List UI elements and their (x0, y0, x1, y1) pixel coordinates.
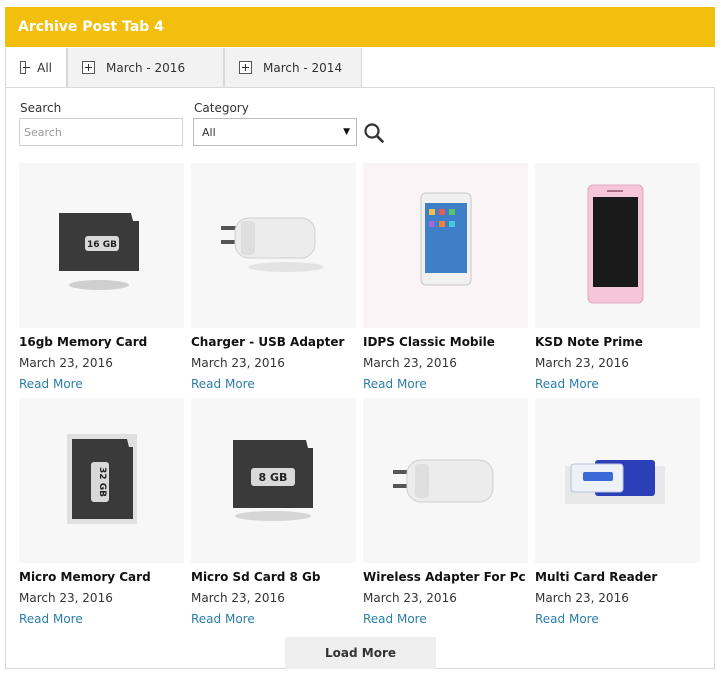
product-title[interactable]: 16gb Memory Card (19, 335, 184, 349)
product-image[interactable] (535, 398, 700, 563)
tab-label: March - 2014 (263, 60, 343, 75)
read-more-link[interactable]: Read More (19, 612, 184, 626)
charger-icon (221, 217, 324, 272)
tab-march-2016[interactable]: March - 2016 (67, 48, 224, 88)
product-title[interactable]: Micro Memory Card (19, 570, 184, 584)
load-more-button[interactable]: Load More (285, 637, 436, 669)
product-title[interactable]: IDPS Classic Mobile (363, 335, 528, 349)
search-input[interactable] (19, 118, 183, 146)
svg-text:32 GB: 32 GB (97, 467, 107, 497)
smartphone-icon (587, 184, 644, 304)
product-image[interactable]: 16 GB (19, 163, 184, 328)
product-card: IDPS Classic Mobile March 23, 2016 Read … (363, 163, 528, 391)
product-date: March 23, 2016 (363, 591, 457, 605)
product-date: March 23, 2016 (535, 356, 629, 370)
product-date: March 23, 2016 (191, 356, 285, 370)
product-image[interactable] (363, 398, 528, 563)
read-more-link[interactable]: Read More (363, 612, 528, 626)
product-title[interactable]: Wireless Adapter For Pc (363, 570, 528, 584)
product-title[interactable]: Micro Sd Card 8 Gb (191, 570, 356, 584)
tab-label: All (37, 60, 52, 75)
widget-header: Archive Post Tab 4 (5, 7, 715, 47)
product-card: KSD Note Prime March 23, 2016 Read More (535, 163, 700, 391)
product-card: 16 GB 16gb Memory Card March 23, 2016 Re… (19, 163, 184, 391)
product-title[interactable]: Charger - USB Adapter (191, 335, 356, 349)
tab-march-2014[interactable]: March - 2014 (224, 48, 362, 88)
product-date: March 23, 2016 (363, 356, 457, 370)
dropdown-arrow-icon: ▼ (343, 127, 350, 137)
expand-icon (239, 61, 252, 74)
memory-card-icon: 32 GB (67, 434, 137, 524)
product-image[interactable] (535, 163, 700, 328)
memory-card-icon: 16 GB (59, 213, 139, 290)
product-card: Multi Card Reader March 23, 2016 Read Mo… (535, 398, 700, 626)
read-more-link[interactable]: Read More (535, 377, 700, 391)
product-date: March 23, 2016 (19, 591, 113, 605)
search-icon[interactable] (363, 122, 385, 144)
memory-card-icon: 8 GB (233, 440, 313, 521)
read-more-link[interactable]: Read More (19, 377, 184, 391)
tab-panel: Search Category All ▼ 16 GB 16gb Memory … (5, 87, 715, 669)
product-date: March 23, 2016 (19, 356, 113, 370)
product-image[interactable]: 8 GB (191, 398, 356, 563)
read-more-link[interactable]: Read More (535, 612, 700, 626)
read-more-link[interactable]: Read More (191, 377, 356, 391)
product-date: March 23, 2016 (535, 591, 629, 605)
svg-text:8 GB: 8 GB (259, 471, 288, 484)
product-card: 8 GB Micro Sd Card 8 Gb March 23, 2016 R… (191, 398, 356, 626)
smartphone-icon (420, 192, 472, 286)
search-label: Search (20, 101, 62, 115)
category-select[interactable]: All ▼ (193, 118, 357, 146)
widget-title: Archive Post Tab 4 (18, 19, 164, 35)
expand-icon (82, 61, 95, 74)
product-title[interactable]: Multi Card Reader (535, 570, 700, 584)
product-date: March 23, 2016 (191, 591, 285, 605)
category-label: Category (194, 101, 249, 115)
product-card: Charger - USB Adapter March 23, 2016 Rea… (191, 163, 356, 391)
svg-text:16 GB: 16 GB (87, 240, 117, 250)
read-more-link[interactable]: Read More (191, 612, 356, 626)
tab-all[interactable]: All (5, 48, 67, 88)
tab-label: March - 2016 (106, 60, 186, 75)
category-value: All (202, 125, 216, 139)
product-card: Wireless Adapter For Pc March 23, 2016 R… (363, 398, 528, 626)
collapse-icon (20, 61, 31, 74)
product-image[interactable] (363, 163, 528, 328)
product-card: 32 GB Micro Memory Card March 23, 2016 R… (19, 398, 184, 626)
charger-icon (393, 459, 494, 503)
read-more-link[interactable]: Read More (363, 377, 528, 391)
product-image[interactable] (191, 163, 356, 328)
card-reader-icon (565, 460, 665, 504)
product-title[interactable]: KSD Note Prime (535, 335, 700, 349)
archive-tabs: All March - 2016 March - 2014 (5, 48, 362, 88)
product-image[interactable]: 32 GB (19, 398, 184, 563)
